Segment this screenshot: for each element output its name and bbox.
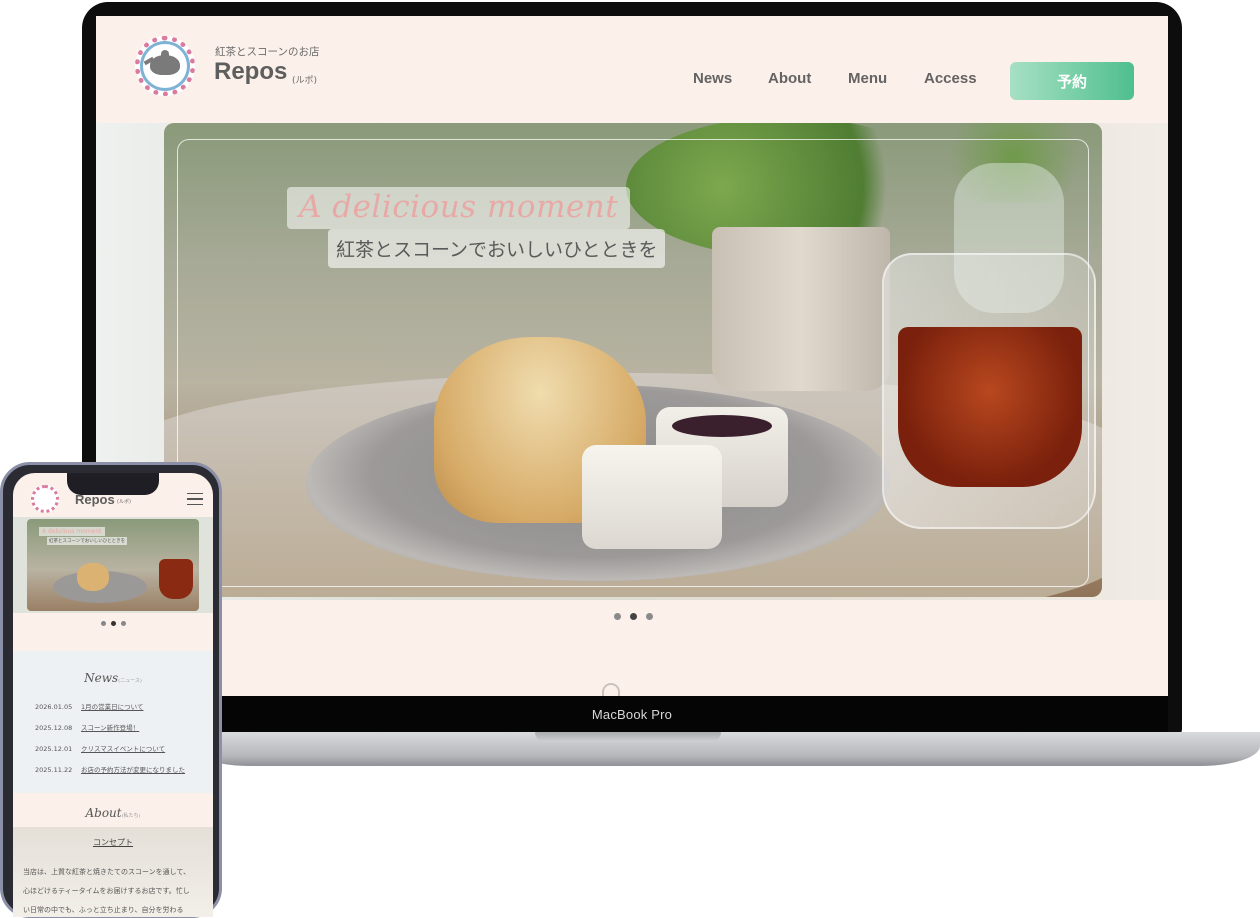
nav-access[interactable]: Access <box>924 70 977 87</box>
reserve-button[interactable]: 予約 <box>1010 62 1134 100</box>
laptop-screen: 紅茶とスコーンのお店 Repos (ルポ) News About Menu Ac… <box>96 16 1168 696</box>
concept-link[interactable]: コンセプト <box>13 837 213 848</box>
phone-hero-title: A delicious moment <box>39 527 105 536</box>
carousel-dot[interactable] <box>614 613 621 620</box>
phone-logo-icon[interactable] <box>31 485 59 513</box>
carousel-dot-active[interactable] <box>630 613 637 620</box>
about-line: 当店は、上質な紅茶と焼きたてのスコーンを通して、 <box>23 868 191 876</box>
phone-about-title: About <box>85 806 122 820</box>
phone-about-section: コンセプト 当店は、上質な紅茶と焼きたてのスコーンを通して、 心ほどけるティータ… <box>13 827 213 917</box>
logo-teapot-icon[interactable] <box>135 36 195 96</box>
laptop-chin: MacBook Pro <box>96 696 1168 732</box>
carousel-dots <box>614 613 653 620</box>
teapot-icon <box>143 50 180 75</box>
news-link[interactable]: スコーン新作登場！ <box>81 724 139 732</box>
news-date: 2025.12.01 <box>35 745 73 753</box>
nav-menu[interactable]: Menu <box>848 70 887 87</box>
hero-image: A delicious moment 紅茶とスコーンでおいしいひとときを <box>164 123 1102 597</box>
phone-about-heading: About(私たち) <box>13 806 213 820</box>
news-link[interactable]: 1月の営業日について <box>81 703 143 711</box>
phone-carousel-dot[interactable] <box>101 621 106 626</box>
brand-kana: (ルポ) <box>292 76 318 86</box>
hero-title: A delicious moment <box>287 187 631 229</box>
hamburger-menu-icon[interactable] <box>187 493 203 505</box>
about-text: 当店は、上質な紅茶と焼きたてのスコーンを通して、 心ほどけるティータイムをお届け… <box>23 863 207 917</box>
phone-hero-image: A delicious moment 紅茶とスコーンでおいしいひとときを <box>27 519 199 611</box>
carousel-dot[interactable] <box>646 613 653 620</box>
laptop-base <box>190 732 1260 766</box>
phone-carousel-dot-active[interactable] <box>111 621 116 626</box>
phone-screen: Repos (ルポ) A delicious moment 紅茶とスコーンでおい… <box>13 473 213 917</box>
phone-news-heading: News(ニュース) <box>13 671 213 685</box>
phone-news-section: News(ニュース) 2026.01.05 1月の営業日について 2025.12.… <box>13 651 213 793</box>
news-link[interactable]: お店の予約方法が変更になりました <box>81 766 185 774</box>
phone-carousel-dots <box>101 621 126 626</box>
phone-hero-subtitle: 紅茶とスコーンでおいしいひとときを <box>47 537 128 545</box>
brand-name[interactable]: Repos <box>214 58 287 86</box>
hero-subtitle: 紅茶とスコーンでおいしいひとときを <box>328 229 666 268</box>
site-header: 紅茶とスコーンのお店 Repos (ルポ) News About Menu Ac… <box>96 16 1168 120</box>
news-date: 2025.12.08 <box>35 724 73 732</box>
news-date: 2026.01.05 <box>35 703 73 711</box>
phone-frame: Repos (ルポ) A delicious moment 紅茶とスコーンでおい… <box>0 462 222 918</box>
news-item[interactable]: 2026.01.05 1月の営業日について <box>35 701 143 711</box>
about-line: い日常の中でも、ふっと立ち止まり、自分を労わる <box>23 906 184 914</box>
phone-news-title: News <box>84 671 119 685</box>
phone-brand-name[interactable]: Repos <box>75 492 115 507</box>
laptop-notch <box>535 732 721 742</box>
phone-brand-kana: (ルポ) <box>117 499 131 505</box>
phone-news-kana: (ニュース) <box>118 678 142 684</box>
scroll-down-icon <box>602 683 620 696</box>
phone-about-kana: (私たち) <box>121 813 141 819</box>
brand-subtitle: 紅茶とスコーンのお店 <box>215 46 320 58</box>
news-date: 2025.11.22 <box>35 766 73 774</box>
news-item[interactable]: 2025.12.08 スコーン新作登場！ <box>35 722 139 732</box>
hero-carousel[interactable]: A delicious moment 紅茶とスコーンでおいしいひとときを <box>96 123 1168 600</box>
news-item[interactable]: 2025.12.01 クリスマスイベントについて <box>35 743 165 753</box>
nav-news[interactable]: News <box>693 70 732 87</box>
about-line: 心ほどけるティータイムをお届けするお店です。忙し <box>23 887 190 895</box>
news-item[interactable]: 2025.11.22 お店の予約方法が変更になりました <box>35 764 185 774</box>
laptop-brand-label: MacBook Pro <box>591 706 673 722</box>
news-link[interactable]: クリスマスイベントについて <box>81 745 165 753</box>
phone-carousel-dot[interactable] <box>121 621 126 626</box>
nav-about[interactable]: About <box>768 70 811 87</box>
phone-hero-carousel[interactable]: A delicious moment 紅茶とスコーンでおいしいひとときを <box>13 517 213 613</box>
